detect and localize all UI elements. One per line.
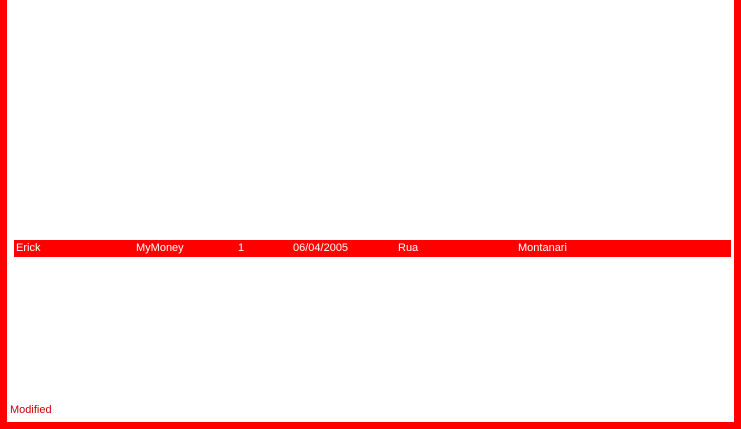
status-label: Modified bbox=[10, 404, 52, 416]
record-name-cell: Erick bbox=[16, 242, 41, 254]
record-panel: Erick MyMoney 1 06/04/2005 Rua Montanari… bbox=[7, 0, 734, 422]
record-date-cell: 06/04/2005 bbox=[293, 242, 349, 254]
selected-record-row[interactable]: Erick MyMoney 1 06/04/2005 Rua Montanari bbox=[14, 240, 731, 257]
record-number-cell: 1 bbox=[238, 242, 245, 254]
record-app-cell: MyMoney bbox=[136, 242, 184, 254]
record-street-cell: Rua bbox=[398, 242, 419, 254]
record-surname-cell: Montanari bbox=[518, 242, 567, 254]
window-frame: Erick MyMoney 1 06/04/2005 Rua Montanari… bbox=[0, 0, 741, 429]
